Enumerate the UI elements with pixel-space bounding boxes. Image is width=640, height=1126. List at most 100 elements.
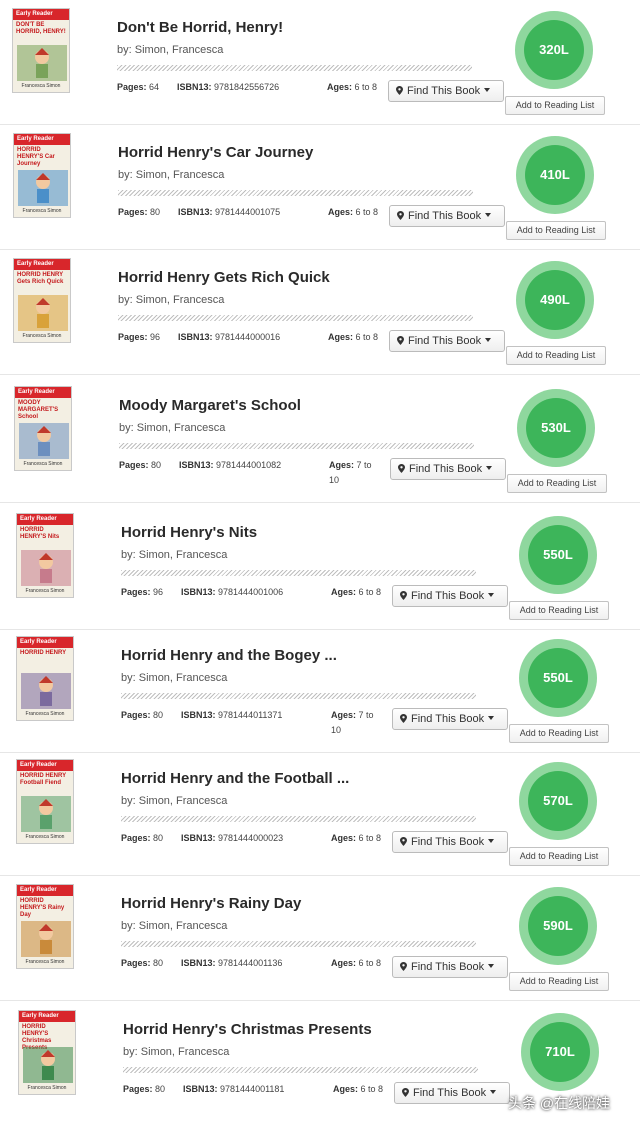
book-row: Early Reader DON'T BE HORRID, HENRY! Fra… <box>0 0 640 125</box>
find-button-label: Find This Book <box>409 463 483 475</box>
book-cover[interactable]: Early Reader HORRID HENRY'S Christmas Pr… <box>18 1010 76 1095</box>
cover-series-label: Early Reader <box>20 762 57 768</box>
find-this-book-button[interactable]: Find This Book <box>389 205 505 227</box>
book-pages: Pages: 80 <box>119 460 161 470</box>
ages-label: Ages: <box>331 710 357 720</box>
book-cover[interactable]: Early Reader MOODY MARGARET'S School Fra… <box>14 386 72 471</box>
author-prefix: by: <box>123 1046 138 1058</box>
book-cover[interactable]: Early Reader HORRID HENRY'S Rainy Day Fr… <box>16 884 74 969</box>
divider <box>121 941 476 947</box>
lexile-score: 320L <box>524 20 584 80</box>
book-isbn: ISBN13: 9781444001006 <box>181 587 283 597</box>
pages-label: Pages: <box>121 958 151 968</box>
add-to-reading-list-button[interactable]: Add to Reading List <box>509 724 609 743</box>
lexile-score: 710L <box>530 1022 590 1082</box>
add-to-reading-list-button[interactable]: Add to Reading List <box>507 474 607 493</box>
pages-value: 80 <box>150 207 161 217</box>
book-cover[interactable]: Early Reader HORRID HENRY Gets Rich Quic… <box>13 258 71 343</box>
book-title-link[interactable]: Horrid Henry's Rainy Day <box>121 895 301 912</box>
add-to-reading-list-button[interactable]: Add to Reading List <box>505 96 605 115</box>
book-author: by: Simon, Francesca <box>123 1046 229 1058</box>
map-marker-icon <box>398 464 405 473</box>
find-this-book-button[interactable]: Find This Book <box>392 956 508 978</box>
chevron-down-icon <box>485 213 492 217</box>
book-cover[interactable]: Early Reader DON'T BE HORRID, HENRY! Fra… <box>12 8 70 93</box>
pages-label: Pages: <box>121 710 151 720</box>
isbn-label: ISBN13: <box>181 958 216 968</box>
find-this-book-button[interactable]: Find This Book <box>392 585 508 607</box>
isbn-label: ISBN13: <box>183 1084 218 1094</box>
chevron-down-icon <box>488 964 495 968</box>
map-marker-icon <box>400 591 407 600</box>
divider <box>118 315 473 321</box>
author-name: Simon, Francesca <box>136 422 226 434</box>
find-this-book-button[interactable]: Find This Book <box>390 458 506 480</box>
chevron-down-icon <box>488 593 495 597</box>
pages-label: Pages: <box>121 833 151 843</box>
author-prefix: by: <box>117 44 132 56</box>
book-title-link[interactable]: Horrid Henry Gets Rich Quick <box>118 269 330 286</box>
cover-title: MOODY MARGARET'S School <box>18 400 59 420</box>
chevron-down-icon <box>490 1090 497 1094</box>
cover-series-label: Early Reader <box>20 887 57 893</box>
cover-author: Francesca Simon <box>25 959 65 965</box>
find-button-label: Find This Book <box>413 1087 487 1099</box>
find-this-book-button[interactable]: Find This Book <box>388 80 504 102</box>
watermark: 头条 @在线陪娃 <box>508 1095 611 1111</box>
book-cover[interactable]: Early Reader HORRID HENRY Football Fiend… <box>16 759 74 844</box>
ages-value: 6 to 8 <box>355 207 379 217</box>
add-to-reading-list-button[interactable]: Add to Reading List <box>506 221 606 240</box>
add-to-reading-list-button[interactable]: Add to Reading List <box>509 847 609 866</box>
divider <box>123 1067 478 1073</box>
add-to-reading-list-button[interactable]: Add to Reading List <box>509 601 609 620</box>
book-pages: Pages: 80 <box>121 833 163 843</box>
book-title-link[interactable]: Horrid Henry and the Bogey ... <box>121 647 337 664</box>
cover-series-band: Early Reader <box>14 134 70 145</box>
find-this-book-button[interactable]: Find This Book <box>392 708 508 730</box>
pages-label: Pages: <box>117 82 147 92</box>
book-author: by: Simon, Francesca <box>118 294 224 306</box>
add-to-reading-list-button[interactable]: Add to Reading List <box>509 972 609 991</box>
find-this-book-button[interactable]: Find This Book <box>394 1082 510 1104</box>
chevron-down-icon <box>488 716 495 720</box>
author-name: Simon, Francesca <box>135 294 225 306</box>
book-row: Early Reader MOODY MARGARET'S School Fra… <box>0 378 640 503</box>
find-button-label: Find This Book <box>408 335 482 347</box>
book-title-link[interactable]: Horrid Henry's Car Journey <box>118 144 313 161</box>
add-to-reading-list-button[interactable]: Add to Reading List <box>506 346 606 365</box>
cover-series-band: Early Reader <box>17 514 73 525</box>
book-cover[interactable]: Early Reader HORRID HENRY'S Nits Frances… <box>16 513 74 598</box>
cover-series-band: Early Reader <box>15 387 71 398</box>
lexile-score: 550L <box>528 648 588 708</box>
map-marker-icon <box>400 837 407 846</box>
book-title-link[interactable]: Moody Margaret's School <box>119 397 301 414</box>
pages-label: Pages: <box>119 460 149 470</box>
find-this-book-button[interactable]: Find This Book <box>392 831 508 853</box>
find-this-book-button[interactable]: Find This Book <box>389 330 505 352</box>
map-marker-icon <box>397 336 404 345</box>
cover-illustration-icon <box>23 1047 73 1083</box>
author-name: Simon, Francesca <box>138 549 228 561</box>
book-cover[interactable]: Early Reader HORRID HENRY Francesca Simo… <box>16 636 74 721</box>
ages-value: 6 to 8 <box>358 833 382 843</box>
divider <box>117 65 472 71</box>
book-author: by: Simon, Francesca <box>121 795 227 807</box>
isbn-value: 9781444001082 <box>216 460 282 470</box>
lexile-score: 550L <box>528 525 588 585</box>
cover-title: HORRID HENRY'S Car Journey <box>17 147 55 167</box>
lexile-badge: 320L <box>515 11 593 89</box>
divider <box>121 816 476 822</box>
ages-label: Ages: <box>331 833 357 843</box>
book-title-link[interactable]: Don't Be Horrid, Henry! <box>117 19 283 36</box>
map-marker-icon <box>400 962 407 971</box>
book-title-link[interactable]: Horrid Henry and the Football ... <box>121 770 349 787</box>
cover-series-band: Early Reader <box>17 760 73 771</box>
book-title-link[interactable]: Horrid Henry's Nits <box>121 524 257 541</box>
chevron-down-icon <box>485 338 492 342</box>
book-isbn: ISBN13: 9781444001181 <box>183 1084 284 1094</box>
book-cover[interactable]: Early Reader HORRID HENRY'S Car Journey … <box>13 133 71 218</box>
find-button-label: Find This Book <box>407 85 481 97</box>
pages-value: 96 <box>150 332 161 342</box>
cover-illustration-icon <box>21 796 71 832</box>
book-title-link[interactable]: Horrid Henry's Christmas Presents <box>123 1021 372 1038</box>
